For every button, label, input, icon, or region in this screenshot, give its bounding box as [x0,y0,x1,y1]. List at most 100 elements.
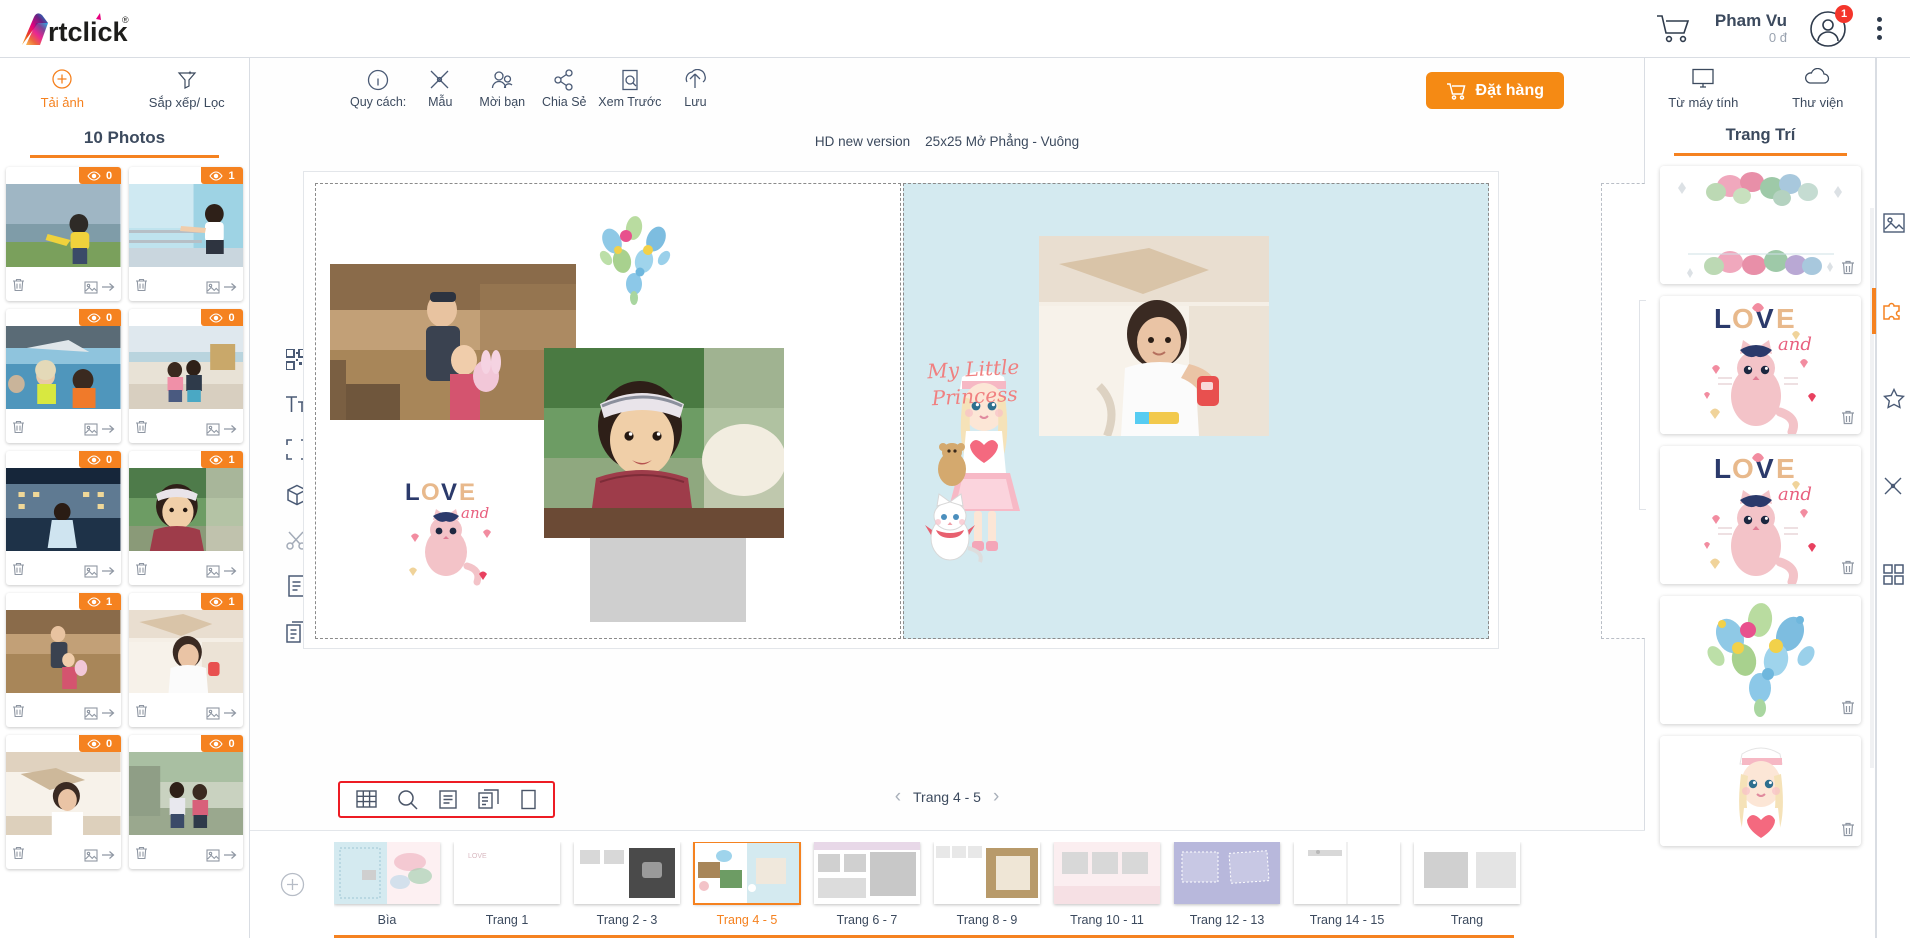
trash-icon[interactable] [12,704,25,723]
toolbar-item-save-upload[interactable]: Lưu [667,69,723,109]
photo-thumbnail[interactable]: 1 [128,167,243,301]
canvas-photo-family-stairs[interactable] [330,264,576,420]
photo-thumbnail[interactable]: 1 [128,593,243,727]
photos-header: 10 Photos [0,120,249,158]
page-thumbnail-active[interactable]: Trang 4 - 5 [693,842,801,927]
image-icon[interactable] [1882,213,1905,238]
photo-thumbnail[interactable]: 0 [6,735,121,869]
spread-right-page[interactable]: My Little Princess [903,183,1489,639]
trash-icon[interactable] [12,562,25,581]
blank-page-icon[interactable] [520,789,537,810]
page-thumbnail-item[interactable]: LOVE Trang 1 [454,842,560,927]
photo-move-action[interactable] [83,564,115,578]
photo-move-action[interactable] [206,280,237,294]
toolbar-item-share[interactable]: Chia Sẻ [536,69,592,109]
avatar[interactable]: 1 [1809,4,1853,48]
arrow-right-icon [224,851,237,859]
photo-move-action[interactable] [83,280,115,294]
upload-photos-button[interactable]: Tải ảnh [0,58,125,120]
grid-view-icon[interactable] [356,789,377,810]
photo-thumbnail[interactable]: 0 [6,167,121,301]
trash-icon[interactable] [1841,260,1855,280]
trash-icon[interactable] [12,278,25,297]
toolbar-item-invite-friend[interactable]: Mời bạn [474,69,530,109]
page-thumbnail-item[interactable]: Trang 8 - 9 [934,842,1040,927]
trash-icon[interactable] [135,562,148,581]
pen-icon[interactable] [1883,476,1905,502]
kebab-menu-icon[interactable] [1869,13,1890,44]
photo-thumbnail[interactable]: 0 [128,309,243,443]
toolbar-item-preview[interactable]: Xem Trước [598,69,661,109]
photo-thumbnail[interactable]: 0 [6,309,121,443]
page-thumbnail-item[interactable]: Trang 6 - 7 [814,842,920,927]
save-upload-icon [686,69,707,88]
toolbar-item-label: Mời bạn [479,95,526,109]
puzzle-icon[interactable] [1872,288,1905,334]
sort-filter-label: Sắp xếp/ Lọc [148,95,225,110]
photo-move-action[interactable] [206,706,237,720]
page-thumbnail-item[interactable]: Bìa [334,842,440,927]
trash-icon[interactable] [12,420,25,439]
desktop-icon [1692,68,1714,88]
library-button[interactable]: Thư viện [1761,58,1876,120]
floral-frame-decoration[interactable] [1660,166,1861,284]
page-spread[interactable]: L O V E and My Little Princess [303,171,1711,649]
love-cat-sticker[interactable]: L O V E and [391,474,511,599]
flower-heart-decoration[interactable] [1660,596,1861,724]
photo-thumbnail[interactable]: 0 [128,735,243,869]
page-thumbnail-item[interactable]: Trang 2 - 3 [574,842,680,927]
trash-icon[interactable] [135,704,148,723]
toolbar-item-info[interactable]: Quy cách: [350,69,406,109]
trash-icon[interactable] [135,420,148,439]
my-little-princess-text[interactable]: My Little Princess [913,353,1036,413]
user-info[interactable]: Pham Vu 0 đ [1715,11,1787,45]
photo-move-action[interactable] [83,706,115,720]
zoom-icon[interactable] [397,789,418,810]
trash-icon[interactable] [1841,822,1855,842]
photo-usage-count: 1 [228,169,235,182]
photo-move-action[interactable] [83,848,115,862]
page-thumbnail-item[interactable]: Trang 14 - 15 [1294,842,1400,927]
chevron-left-icon[interactable]: ‹ [895,787,901,806]
page-thumbnail-item[interactable]: Trang 12 - 13 [1174,842,1280,927]
cart-icon[interactable] [1655,12,1693,46]
canvas-photo-girl-bandana[interactable] [544,348,784,538]
love-cat-decoration-2[interactable]: L O V E and [1660,446,1861,584]
love-cat-decoration-1[interactable]: L O V E and [1660,296,1861,434]
white-cat-sticker[interactable] [908,486,990,564]
photo-move-action[interactable] [206,848,237,862]
duplicate-icon[interactable] [478,789,500,810]
brand-logo[interactable]: rtclick ® [0,9,250,49]
princess-girl-decoration[interactable] [1660,736,1861,846]
photo-thumbnail[interactable]: 1 [128,451,243,585]
photo-thumbnail[interactable]: 0 [6,451,121,585]
photo-thumbnail-grid[interactable]: 0 1 0 0 0 1 1 1 0 0 [0,158,249,938]
grid-icon[interactable] [1883,564,1904,590]
toolbar-item-template[interactable]: Mẫu [412,69,468,109]
trash-icon[interactable] [135,846,148,865]
page-thumbnail-item[interactable]: Trang 10 - 11 [1054,842,1160,927]
order-button[interactable]: Đặt hàng [1425,72,1564,109]
photo-thumbnail[interactable]: 1 [6,593,121,727]
sort-filter-button[interactable]: Sắp xếp/ Lọc [125,58,250,120]
trash-icon[interactable] [1841,560,1855,580]
trash-icon[interactable] [135,278,148,297]
photo-move-action[interactable] [83,422,115,436]
flower-heart-sticker[interactable] [582,206,697,311]
single-layout-icon[interactable] [438,789,458,810]
trash-icon[interactable] [1841,410,1855,430]
svg-text:L: L [1714,453,1731,484]
page-thumbnail-item[interactable]: Trang [1414,842,1520,927]
decoration-list[interactable]: L O V E and L O V E and [1646,156,1875,938]
star-icon[interactable] [1882,387,1905,414]
chevron-right-icon[interactable]: › [993,787,999,806]
trash-icon[interactable] [12,846,25,865]
photo-move-action[interactable] [206,564,237,578]
photo-image [128,610,243,693]
photo-move-action[interactable] [206,422,237,436]
add-page-button[interactable] [250,872,334,897]
page-thumbnail-label: Trang 2 - 3 [596,913,658,927]
trash-icon[interactable] [1841,700,1855,720]
canvas-photo-girl-in-box[interactable] [1039,236,1269,436]
from-computer-button[interactable]: Từ máy tính [1646,58,1761,120]
